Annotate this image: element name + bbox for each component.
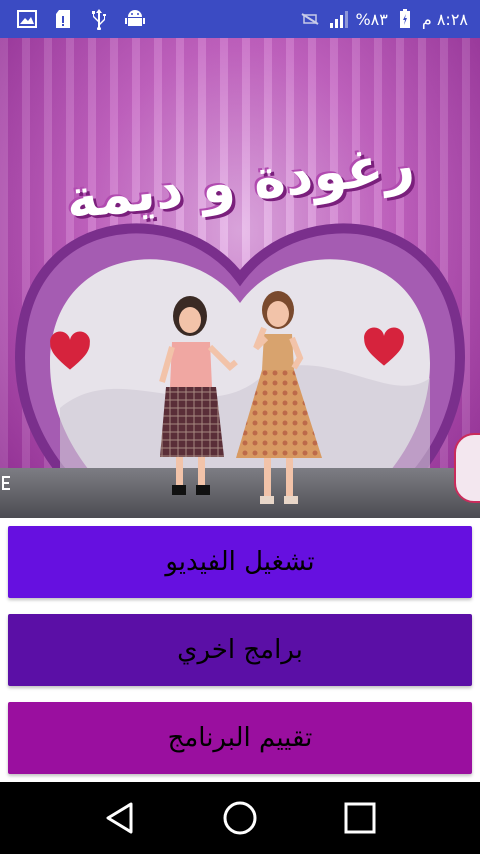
rate-app-button[interactable]: تقييم البرنامج — [8, 702, 472, 774]
sd-card-icon — [52, 8, 74, 30]
signal-icon — [327, 8, 349, 30]
no-sim-icon — [299, 8, 321, 30]
girl-figure-left — [159, 296, 238, 495]
menu-buttons: تشغيل الفيديو برامج اخري تقييم البرنامج — [0, 518, 480, 782]
other-apps-button[interactable]: برامج اخري — [8, 614, 472, 686]
android-icon — [124, 8, 146, 30]
navigation-bar — [0, 782, 480, 854]
play-video-button[interactable]: تشغيل الفيديو — [8, 526, 472, 598]
battery-icon — [394, 8, 416, 30]
channel-logo — [454, 433, 480, 503]
battery-percent: %٨٣ — [355, 9, 388, 29]
back-icon[interactable] — [96, 794, 144, 842]
heart-icon — [364, 327, 404, 366]
video-thumbnail[interactable]: رغودة و ديمة — [0, 38, 480, 518]
status-bar: %٨٣ ٨:٢٨ م — [0, 0, 480, 38]
recents-icon[interactable] — [336, 794, 384, 842]
system-indicators: %٨٣ ٨:٢٨ م — [299, 8, 468, 30]
usb-icon — [88, 8, 110, 30]
heart-icon — [50, 331, 90, 370]
notification-icons — [16, 8, 146, 30]
clock: ٨:٢٨ م — [421, 9, 468, 29]
home-icon[interactable] — [216, 794, 264, 842]
girl-figure-right — [236, 291, 322, 504]
image-icon — [16, 8, 38, 30]
channel-mark — [0, 475, 12, 491]
